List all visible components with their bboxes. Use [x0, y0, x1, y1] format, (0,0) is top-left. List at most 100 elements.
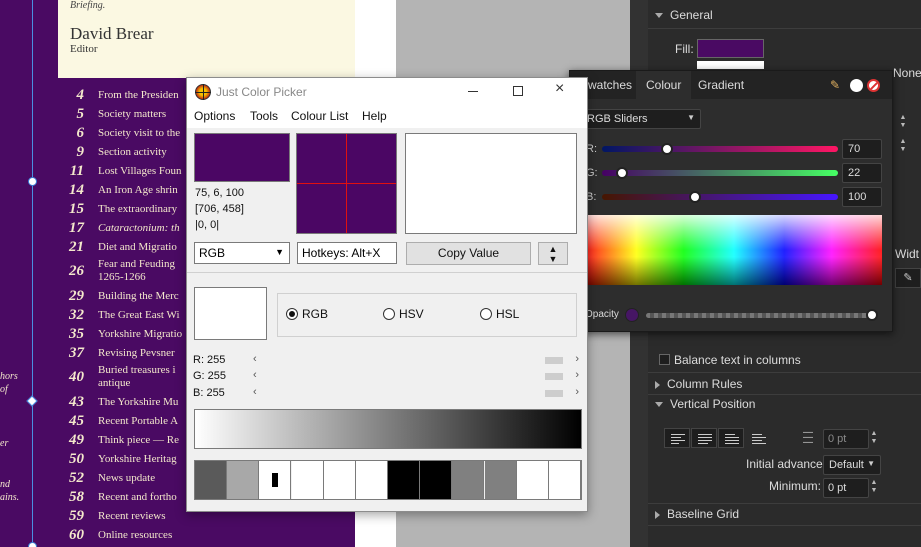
- tab-colour[interactable]: Colour: [636, 71, 692, 99]
- history-swatch[interactable]: [548, 461, 581, 499]
- maximize-icon[interactable]: [513, 86, 523, 96]
- toc-title: Fear and Feuding 1265-1266: [98, 258, 175, 283]
- frame-handle[interactable]: [28, 177, 37, 186]
- history-swatch[interactable]: [388, 461, 421, 499]
- menu-colour-list[interactable]: Colour List: [291, 109, 348, 123]
- toc-title: Society matters: [98, 108, 167, 120]
- window-title: Just Color Picker: [216, 85, 307, 99]
- toc-page-number: 29: [69, 288, 84, 304]
- none-label: None: [893, 66, 921, 80]
- eyedropper-icon[interactable]: ✎: [830, 78, 844, 92]
- toc-title: Yorkshire Heritag: [98, 453, 177, 465]
- close-icon[interactable]: ×: [555, 80, 569, 100]
- slider-b-label: B: 255: [193, 387, 225, 399]
- toc-title: Yorkshire Migratio: [98, 328, 183, 340]
- toc-title: Diet and Migratio: [98, 241, 177, 253]
- history-swatch[interactable]: [355, 461, 388, 499]
- stepper-arrows[interactable]: ▲ ▼: [869, 479, 879, 497]
- edit-icon[interactable]: ✎: [895, 268, 921, 288]
- r-scrollbar[interactable]: ‹ ›: [253, 353, 579, 367]
- toc-page-number: 17: [69, 220, 84, 236]
- menu-tools[interactable]: Tools: [250, 109, 278, 123]
- colour-notes-area[interactable]: [405, 133, 577, 234]
- radio-rgb[interactable]: [286, 308, 298, 320]
- toc-page-number: 9: [76, 144, 85, 160]
- spacing-icon: — — —: [803, 427, 813, 448]
- toc-title: Recent Portable A: [98, 415, 179, 427]
- brightness-gradient[interactable]: [194, 409, 582, 449]
- toc-title: Lost Villages Foun: [98, 165, 182, 177]
- history-swatch[interactable]: [420, 461, 453, 499]
- toc-page-number: 21: [69, 239, 84, 255]
- g-value-field[interactable]: 22: [842, 163, 882, 183]
- toc-title: Recent reviews: [98, 510, 166, 522]
- fill-circle-icon[interactable]: [850, 79, 863, 92]
- current-colour-swatch: [194, 287, 267, 340]
- b-value-field[interactable]: 100: [842, 187, 882, 207]
- g-slider-knob[interactable]: [616, 167, 629, 179]
- history-swatch[interactable]: [452, 461, 485, 499]
- minimum-field[interactable]: 0 pt: [823, 478, 869, 498]
- toc-title: Building the Merc: [98, 290, 179, 302]
- author-name: David Brear: [70, 24, 154, 43]
- g-slider-track[interactable]: [602, 170, 838, 176]
- copy-value-button[interactable]: Copy Value: [406, 242, 531, 265]
- menu-help[interactable]: Help: [362, 109, 387, 123]
- text-frame-guide: [32, 0, 33, 547]
- vertical-offset-field[interactable]: 0 pt: [823, 429, 869, 449]
- history-swatch[interactable]: [516, 461, 549, 499]
- toc-page-number: 43: [69, 394, 84, 410]
- briefing-text: Briefing.: [70, 0, 106, 11]
- radio-hsl[interactable]: [480, 308, 492, 320]
- r-slider-knob[interactable]: [660, 143, 673, 155]
- updown-icon[interactable]: ▲ ▼: [538, 242, 568, 265]
- stepper-arrows[interactable]: ▲ ▼: [898, 114, 908, 132]
- minimize-icon[interactable]: [468, 91, 478, 92]
- opacity-slider-track[interactable]: [646, 313, 872, 318]
- toc-page-number: 4: [76, 87, 85, 103]
- tab-gradient[interactable]: Gradient: [688, 71, 754, 99]
- menu-options[interactable]: Options: [194, 109, 235, 123]
- opacity-slider-knob[interactable]: [866, 309, 878, 321]
- section-general[interactable]: General: [655, 8, 713, 22]
- stepper-arrows[interactable]: ▲ ▼: [898, 138, 908, 156]
- b-scrollbar[interactable]: ‹ ›: [253, 386, 579, 400]
- history-swatch[interactable]: [323, 461, 356, 499]
- r-slider-track[interactable]: [602, 146, 838, 152]
- frame-handle[interactable]: [28, 542, 37, 547]
- initial-advance-dropdown[interactable]: Default ▼: [823, 455, 881, 475]
- section-column-rules[interactable]: Column Rules: [655, 377, 742, 391]
- colour-model-dropdown[interactable]: RGB Sliders ▼: [581, 109, 701, 129]
- align-top-button[interactable]: [664, 428, 690, 448]
- colour-format-select[interactable]: RGB ▼: [194, 242, 290, 264]
- toc-page-number: 49: [69, 432, 84, 448]
- g-scrollbar[interactable]: ‹ ›: [253, 369, 579, 383]
- colour-history-strip: [194, 460, 582, 500]
- window-titlebar[interactable]: Just Color Picker ×: [187, 78, 587, 106]
- toc-title: Buried treasures i antique: [98, 364, 176, 389]
- author-role: Editor: [70, 43, 98, 55]
- stroke-swatch[interactable]: [697, 61, 764, 69]
- radio-hsv[interactable]: [383, 308, 395, 320]
- align-justify-button[interactable]: [745, 428, 771, 448]
- balance-checkbox[interactable]: [659, 354, 670, 365]
- section-baseline-grid[interactable]: Baseline Grid: [655, 507, 739, 521]
- no-fill-icon[interactable]: [867, 79, 880, 92]
- b-slider-knob[interactable]: [688, 191, 701, 203]
- align-bottom-button[interactable]: [718, 428, 744, 448]
- section-vertical-position[interactable]: Vertical Position: [655, 397, 755, 411]
- fill-swatch[interactable]: [697, 39, 764, 58]
- colour-spectrum[interactable]: [586, 215, 882, 285]
- r-value-field[interactable]: 70: [842, 139, 882, 159]
- history-swatch[interactable]: [227, 461, 260, 499]
- history-swatch[interactable]: [195, 461, 228, 499]
- history-swatch[interactable]: [291, 461, 324, 499]
- toc-title: The Great East Wi: [98, 309, 180, 321]
- hotkeys-field[interactable]: Hotkeys: Alt+X: [297, 242, 397, 264]
- b-slider-track[interactable]: [602, 194, 838, 200]
- align-center-button[interactable]: [691, 428, 717, 448]
- history-swatch[interactable]: [484, 461, 517, 499]
- history-swatch[interactable]: [259, 461, 292, 499]
- opacity-colour-swatch: [625, 308, 639, 322]
- stepper-arrows[interactable]: ▲ ▼: [869, 430, 879, 448]
